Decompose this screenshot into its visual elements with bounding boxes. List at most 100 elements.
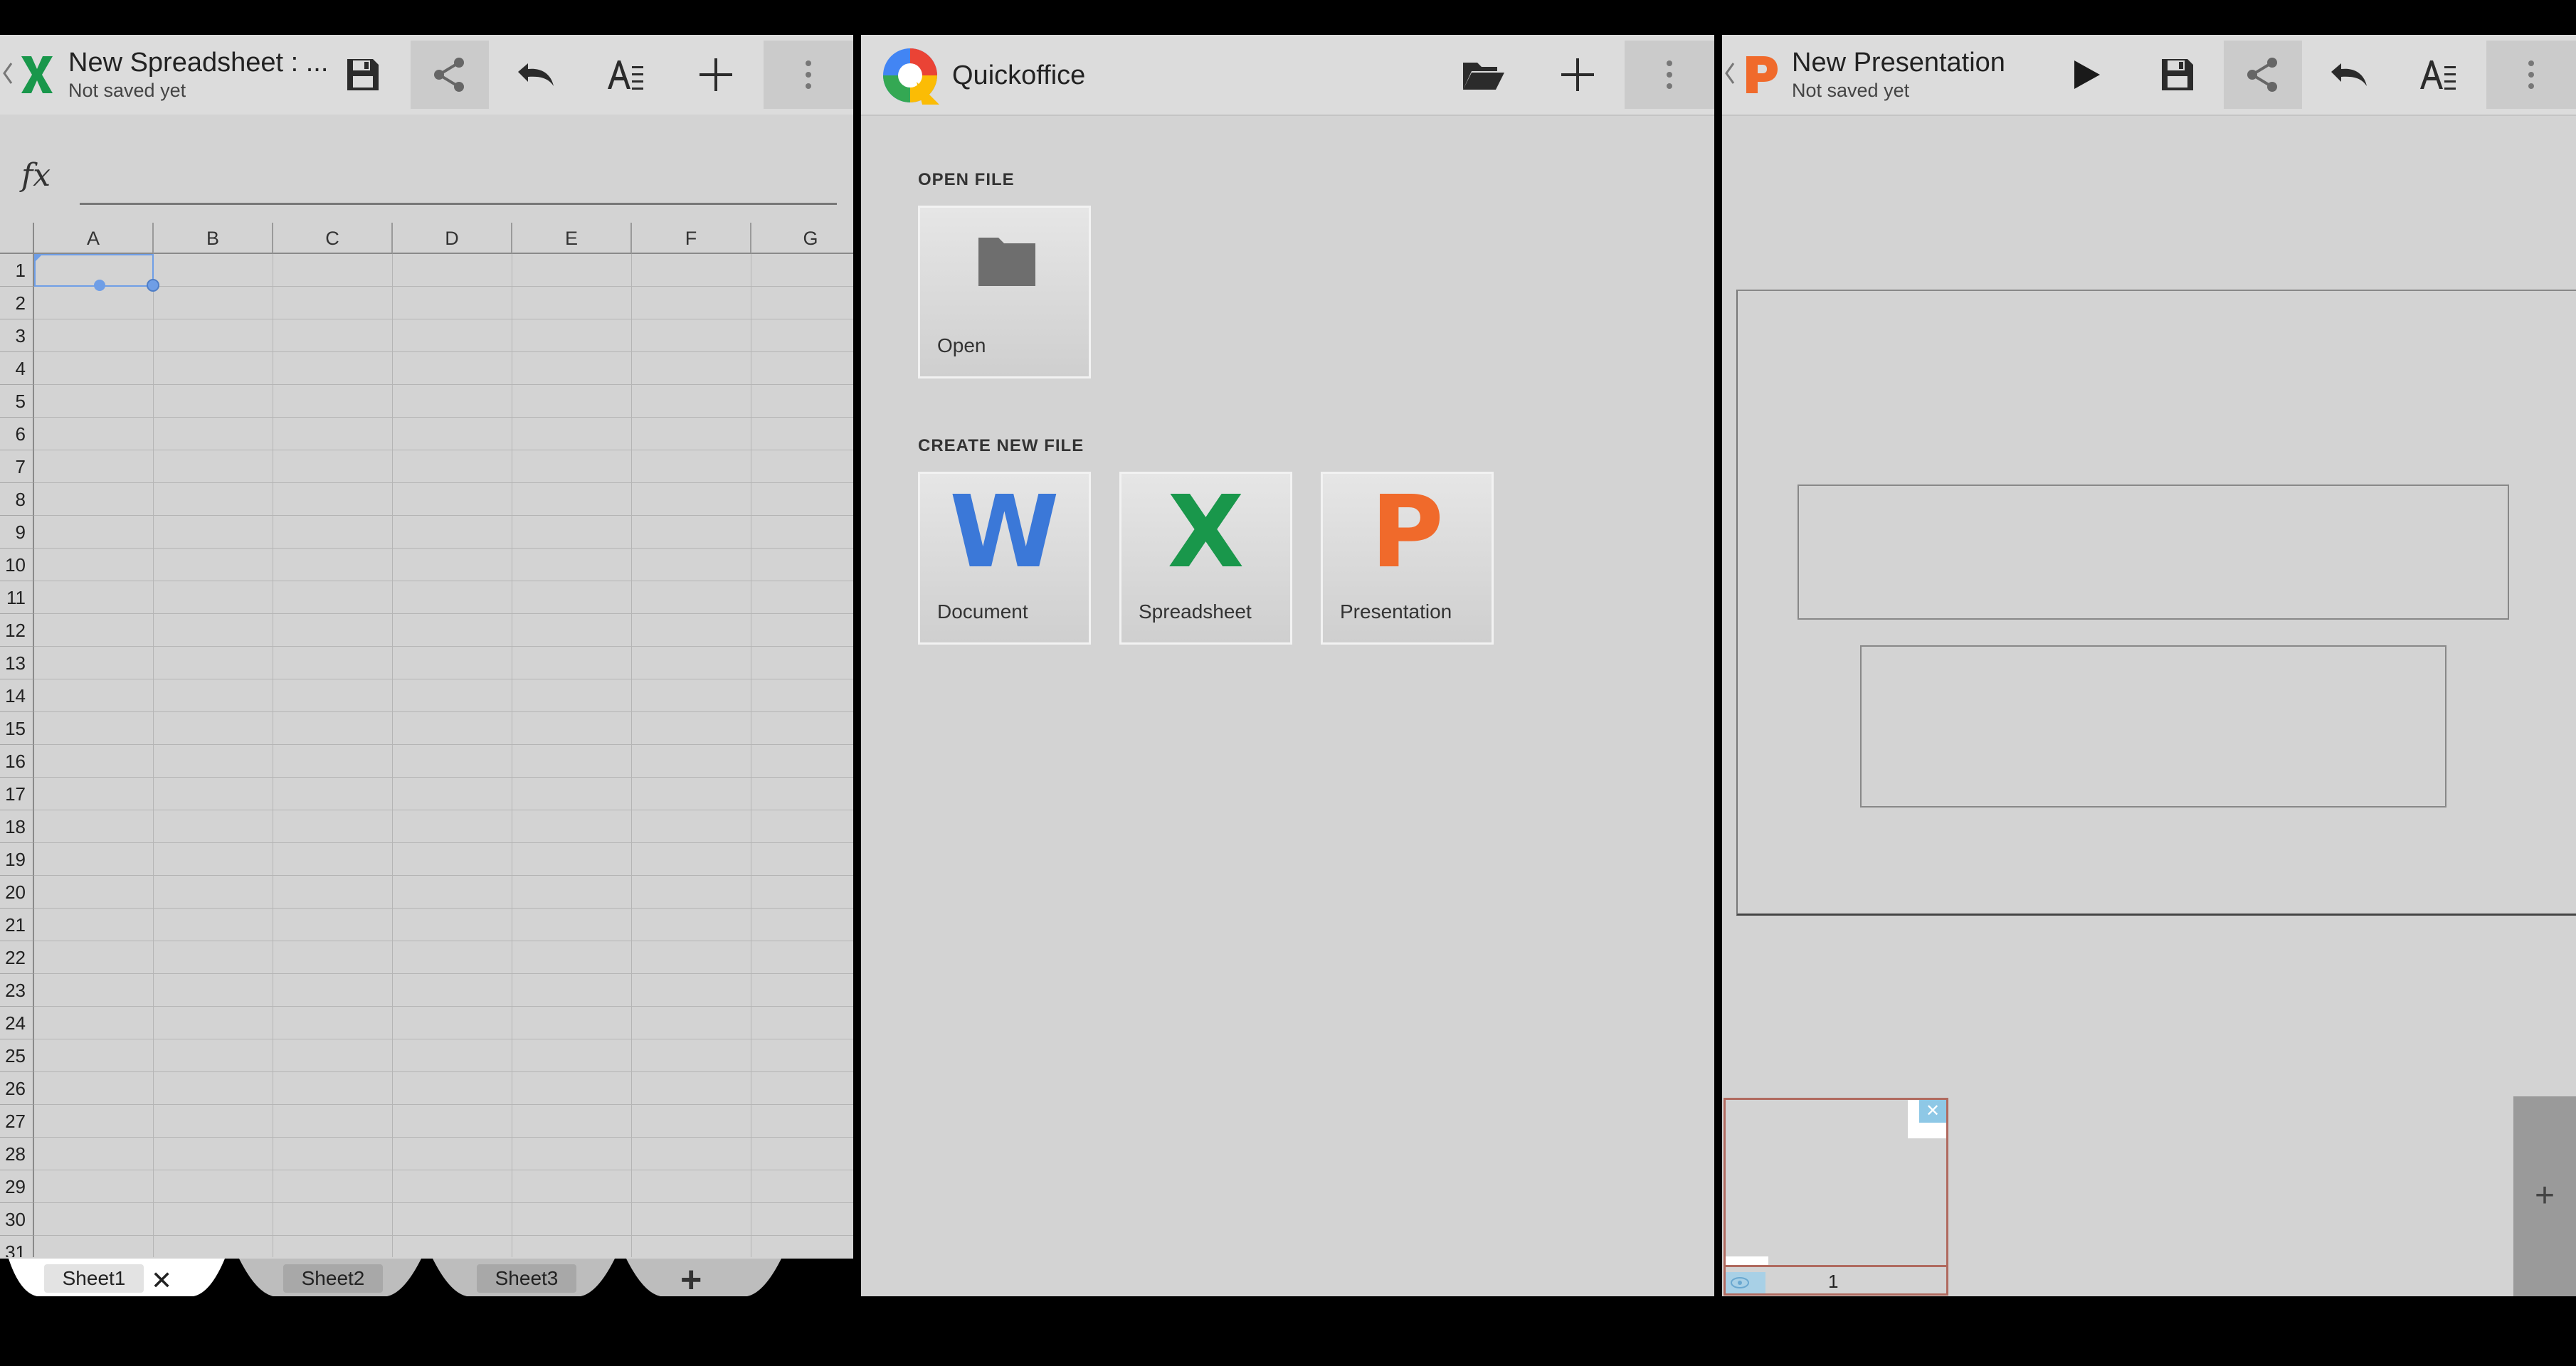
- share-button[interactable]: [2224, 41, 2302, 109]
- new-spreadsheet-tile[interactable]: X Spreadsheet: [1119, 472, 1292, 645]
- table-row[interactable]: [34, 319, 853, 352]
- selected-cell-a1[interactable]: [34, 254, 154, 287]
- row-header[interactable]: 2: [0, 287, 34, 319]
- column-header[interactable]: G: [751, 223, 853, 254]
- table-row[interactable]: [34, 679, 853, 712]
- row-header[interactable]: 22: [0, 941, 34, 974]
- table-row[interactable]: [34, 647, 853, 679]
- table-row[interactable]: [34, 516, 853, 549]
- title-placeholder[interactable]: [1798, 485, 2509, 620]
- add-slide-button[interactable]: +: [2513, 1096, 2576, 1296]
- row-header[interactable]: 13: [0, 647, 34, 679]
- table-row[interactable]: [34, 810, 853, 843]
- sheet-tab-1[interactable]: Sheet1: [44, 1264, 144, 1293]
- back-chevron-icon[interactable]: [1, 59, 14, 88]
- table-row[interactable]: [34, 614, 853, 647]
- slide-thumbnail-1[interactable]: 1 ✕: [1724, 1098, 1948, 1296]
- row-header[interactable]: 27: [0, 1105, 34, 1138]
- table-row[interactable]: [34, 385, 853, 418]
- table-row[interactable]: [34, 1236, 853, 1257]
- row-header[interactable]: 6: [0, 418, 34, 450]
- add-button[interactable]: [677, 41, 755, 109]
- row-header[interactable]: 17: [0, 778, 34, 810]
- table-row[interactable]: [34, 909, 853, 941]
- table-row[interactable]: [34, 1170, 853, 1203]
- formula-input[interactable]: [80, 174, 837, 205]
- save-button[interactable]: [2138, 41, 2217, 109]
- table-row[interactable]: [34, 1072, 853, 1105]
- row-header[interactable]: 15: [0, 712, 34, 745]
- row-header[interactable]: 28: [0, 1138, 34, 1170]
- new-presentation-tile[interactable]: P Presentation: [1321, 472, 1494, 645]
- table-row[interactable]: [34, 352, 853, 385]
- selection-resize-handle[interactable]: [147, 279, 159, 292]
- selection-handle[interactable]: [94, 280, 105, 291]
- row-header[interactable]: 5: [0, 385, 34, 418]
- open-file-tile[interactable]: Open: [918, 206, 1091, 378]
- table-row[interactable]: [34, 1039, 853, 1072]
- visibility-eye-icon[interactable]: [1726, 1272, 1765, 1293]
- row-header[interactable]: 4: [0, 352, 34, 385]
- column-header[interactable]: C: [273, 223, 393, 254]
- row-header[interactable]: 11: [0, 581, 34, 614]
- table-row[interactable]: [34, 1138, 853, 1170]
- sheet-tab-2[interactable]: Sheet2: [283, 1264, 383, 1293]
- close-sheet-icon[interactable]: ✕: [151, 1266, 172, 1296]
- row-header[interactable]: 10: [0, 549, 34, 581]
- share-button[interactable]: [411, 41, 489, 109]
- row-header[interactable]: 18: [0, 810, 34, 843]
- back-chevron-icon[interactable]: [1724, 59, 1736, 88]
- undo-button[interactable]: [496, 41, 574, 109]
- row-header[interactable]: 12: [0, 614, 34, 647]
- row-header[interactable]: 9: [0, 516, 34, 549]
- column-header[interactable]: F: [632, 223, 751, 254]
- table-row[interactable]: [34, 418, 853, 450]
- row-header[interactable]: 25: [0, 1039, 34, 1072]
- column-header[interactable]: A: [34, 223, 154, 254]
- row-header[interactable]: 29: [0, 1170, 34, 1203]
- row-header[interactable]: 23: [0, 974, 34, 1007]
- row-header[interactable]: 30: [0, 1203, 34, 1236]
- add-button[interactable]: [1538, 41, 1617, 109]
- table-row[interactable]: [34, 483, 853, 516]
- spreadsheet-grid[interactable]: ABCDEFG 1 2 3 4 5 6 7 8 9 10 11 12 13 14 15 16 17 18 19 20 2…: [0, 223, 853, 1257]
- row-header[interactable]: 16: [0, 745, 34, 778]
- row-header[interactable]: 20: [0, 876, 34, 909]
- table-row[interactable]: [34, 974, 853, 1007]
- text-format-button[interactable]: [2398, 41, 2476, 109]
- document-title[interactable]: New Presentation: [1792, 48, 2005, 78]
- quickoffice-logo-icon[interactable]: [880, 45, 941, 106]
- new-document-tile[interactable]: W Document: [918, 472, 1091, 645]
- column-header[interactable]: D: [393, 223, 512, 254]
- table-row[interactable]: [34, 450, 853, 483]
- row-header[interactable]: 26: [0, 1072, 34, 1105]
- save-button[interactable]: [324, 41, 402, 109]
- row-header[interactable]: 24: [0, 1007, 34, 1039]
- table-row[interactable]: [34, 1007, 853, 1039]
- overflow-menu-button[interactable]: [764, 41, 853, 109]
- row-header[interactable]: 21: [0, 909, 34, 941]
- overflow-menu-button[interactable]: [2486, 41, 2576, 109]
- table-row[interactable]: [34, 745, 853, 778]
- table-row[interactable]: [34, 778, 853, 810]
- sheet-tab-3[interactable]: Sheet3: [477, 1264, 576, 1293]
- play-slideshow-button[interactable]: [2047, 41, 2125, 109]
- row-header[interactable]: 1: [0, 254, 34, 287]
- column-header[interactable]: B: [154, 223, 273, 254]
- add-sheet-button[interactable]: +: [680, 1259, 702, 1296]
- document-title[interactable]: New Spreadsheet : ...: [68, 48, 328, 78]
- row-header[interactable]: 31: [0, 1236, 34, 1257]
- powerpoint-p-icon[interactable]: [1739, 53, 1782, 96]
- row-header[interactable]: 14: [0, 679, 34, 712]
- subtitle-placeholder[interactable]: [1860, 645, 2446, 808]
- table-row[interactable]: [34, 941, 853, 974]
- column-header[interactable]: E: [512, 223, 632, 254]
- row-header[interactable]: 7: [0, 450, 34, 483]
- table-row[interactable]: [34, 1105, 853, 1138]
- open-folder-button[interactable]: [1445, 41, 1523, 109]
- table-row[interactable]: [34, 1203, 853, 1236]
- table-row[interactable]: [34, 843, 853, 876]
- row-header[interactable]: 19: [0, 843, 34, 876]
- table-row[interactable]: [34, 287, 853, 319]
- row-header[interactable]: 8: [0, 483, 34, 516]
